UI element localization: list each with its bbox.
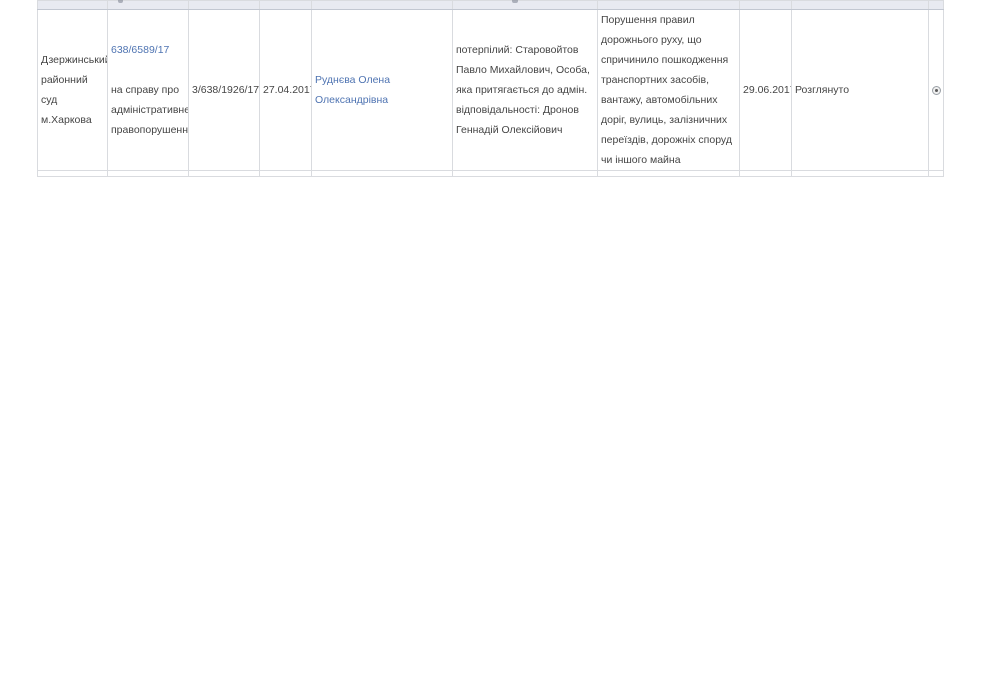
- clipped-header-text-remnant: [118, 0, 123, 3]
- header-cell-status: [791, 0, 929, 10]
- received-date-text: 27.04.2017: [263, 84, 312, 96]
- cell-judge: Руднєва Олена Олександрівна: [311, 9, 453, 171]
- court-cases-table-wrap: Дзержинський районний суд м.Харкова 638/…: [37, 0, 944, 177]
- cell-proceedings-number: 3/638/1926/17: [188, 9, 260, 171]
- court-name-text: Дзержинський районний суд м.Харкова: [41, 54, 108, 126]
- review-date-text: 29.06.2017: [743, 84, 792, 96]
- table-row: Дзержинський районний суд м.Харкова 638/…: [37, 9, 944, 171]
- empty-partial-row: [37, 170, 944, 177]
- header-cell-judge: [311, 0, 453, 10]
- table-header-clipped: [37, 0, 944, 10]
- case-essence-text: Порушення правил дорожнього руху, що спр…: [601, 14, 732, 166]
- cell-row-marker: [928, 9, 944, 171]
- header-row: [37, 0, 944, 10]
- cell-case-number: 638/6589/17 на справу про адміністративн…: [107, 9, 189, 171]
- cell-parties: потерпілий: Старовойтов Павло Михайлович…: [452, 9, 598, 171]
- court-cases-table: Дзержинський районний суд м.Харкова 638/…: [37, 0, 944, 177]
- case-subject-text: на справу про адміністративне правопоруш…: [111, 84, 189, 136]
- cell-status: Розглянуто: [791, 9, 929, 171]
- header-cell-essence: [597, 0, 740, 10]
- cell-court-name: Дзержинський районний суд м.Харкова: [37, 9, 108, 171]
- header-cell-review-date: [739, 0, 792, 10]
- proceedings-number-text: 3/638/1926/17: [192, 84, 260, 96]
- header-cell-received-date: [259, 0, 312, 10]
- case-number-line: 638/6589/17: [111, 40, 185, 60]
- status-text: Розглянуто: [795, 84, 850, 96]
- parties-text: потерпілий: Старовойтов Павло Михайлович…: [456, 44, 590, 136]
- header-cell-marker: [928, 0, 944, 10]
- case-number-link[interactable]: 638/6589/17: [111, 44, 169, 56]
- judge-link[interactable]: Руднєва Олена Олександрівна: [315, 74, 390, 106]
- clipped-header-text-remnant: [512, 0, 518, 3]
- cell-case-essence: Порушення правил дорожнього руху, що спр…: [597, 9, 740, 171]
- header-cell-proceedings-number: [188, 0, 260, 10]
- header-cell-parties: [452, 0, 598, 10]
- header-cell-court: [37, 0, 108, 10]
- page: Дзержинський районний суд м.Харкова 638/…: [0, 0, 1000, 684]
- cell-review-date: 29.06.2017: [739, 9, 792, 171]
- cell-received-date: 27.04.2017: [259, 9, 312, 171]
- radio-dot-icon[interactable]: [932, 85, 941, 95]
